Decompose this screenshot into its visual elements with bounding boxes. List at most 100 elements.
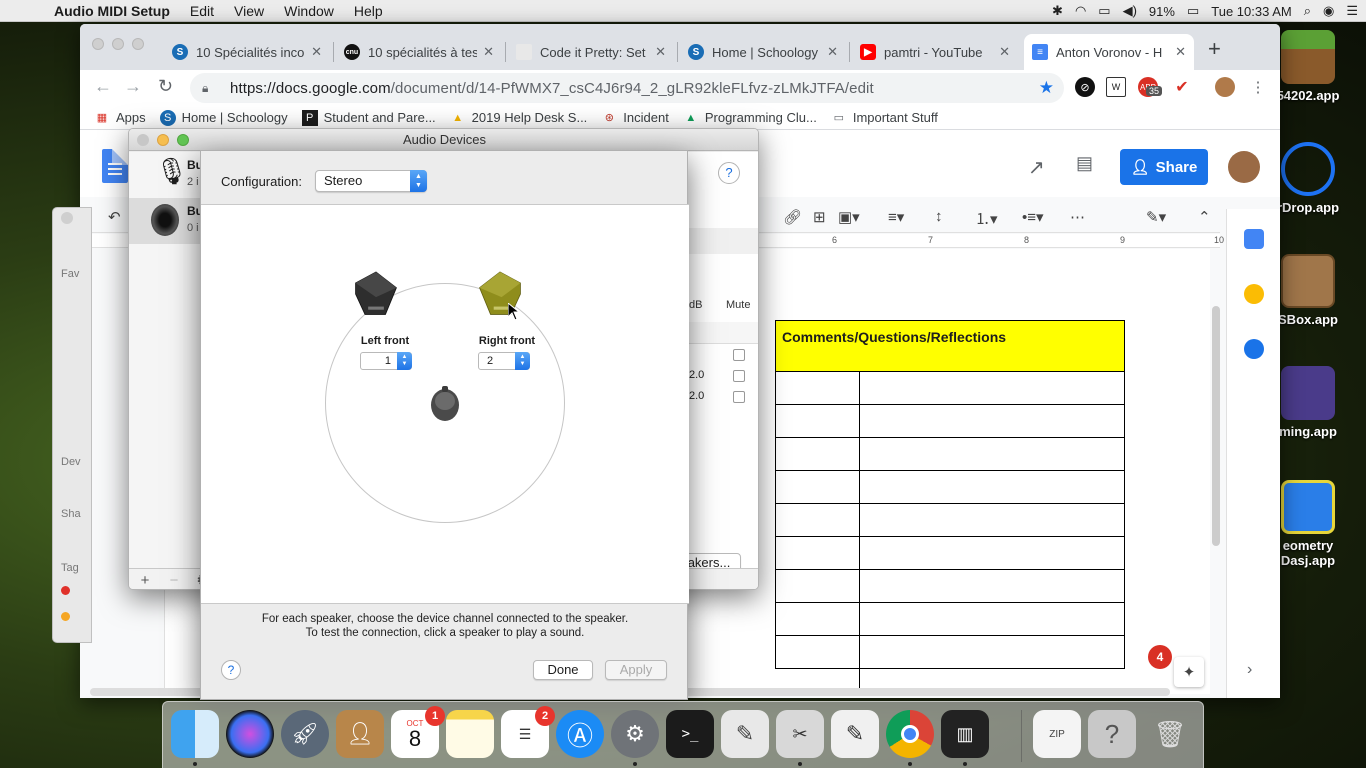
finder-close-button[interactable] <box>61 212 73 224</box>
tab-close-icon[interactable]: ✕ <box>827 44 838 60</box>
battery-percent[interactable]: 91% <box>1149 4 1175 19</box>
insert-image-icon[interactable]: ▣▾ <box>838 208 860 226</box>
device-row-microphone[interactable]: 🎙︎ Bu 2 i <box>129 152 203 198</box>
menu-view[interactable]: View <box>224 3 274 19</box>
profile-avatar[interactable] <box>1215 77 1235 97</box>
tab-close-icon[interactable]: ✕ <box>311 44 322 60</box>
numbered-list-icon[interactable]: ⒈▾ <box>975 208 998 229</box>
tab-close-icon[interactable]: ✕ <box>1175 44 1186 60</box>
more-options-icon[interactable]: ⋯ <box>1070 208 1085 226</box>
table-cell[interactable] <box>775 569 1125 603</box>
window-zoom-button[interactable] <box>177 134 189 146</box>
reminders-icon[interactable]: ☰ 2 <box>501 706 555 758</box>
tab-4[interactable]: S Home | Schoology ✕ <box>680 34 846 70</box>
comments-icon[interactable]: ▤ <box>1076 153 1093 174</box>
tag-orange-icon[interactable] <box>61 612 70 621</box>
extension-icon[interactable]: W <box>1106 77 1126 97</box>
apply-button[interactable]: Apply <box>605 660 667 680</box>
activity-trend-icon[interactable]: ↗ <box>1028 155 1045 180</box>
account-avatar[interactable] <box>1228 151 1260 183</box>
keep-icon[interactable] <box>1244 284 1264 304</box>
mute-checkbox[interactable] <box>733 370 745 382</box>
battery-icon[interactable]: ▭ <box>1187 3 1199 19</box>
expand-panel-icon[interactable]: › <box>1247 661 1252 679</box>
window-zoom-button[interactable] <box>132 38 144 50</box>
finder-icon[interactable] <box>171 710 219 758</box>
bookmark-programming-club[interactable]: ▲ Programming Clu... <box>683 110 816 126</box>
desktop-icon-airdrop[interactable]: rDrop.app <box>1268 142 1348 215</box>
calendar-icon[interactable] <box>1244 229 1264 249</box>
desktop-icon-minecraft[interactable]: 54202.app <box>1268 30 1348 103</box>
table-cell[interactable] <box>775 470 1125 504</box>
launchpad-icon[interactable]: 🚀︎ <box>281 710 329 758</box>
bookmark-star-icon[interactable]: ★ <box>1039 78 1054 98</box>
notification-center-icon[interactable]: ☰ <box>1346 3 1358 19</box>
menu-help[interactable]: Help <box>344 3 393 19</box>
extension-icon[interactable]: ⊘ <box>1075 77 1095 97</box>
notes-icon[interactable] <box>446 710 494 758</box>
tasks-icon[interactable] <box>1244 339 1264 359</box>
bookmark-incident[interactable]: ⊛ Incident <box>601 110 669 126</box>
desktop-icon-geometry-dash[interactable]: eometry Dasj.app <box>1268 480 1348 568</box>
menu-window[interactable]: Window <box>274 3 344 19</box>
table-cell[interactable] <box>775 437 1125 471</box>
textedit-icon[interactable]: ✎ <box>831 710 879 758</box>
link-icon[interactable]: 🔗︎ <box>783 208 802 226</box>
calendar-icon[interactable]: OCT 8 1 <box>391 706 445 758</box>
contacts-icon[interactable]: 👤︎ <box>336 710 384 758</box>
bookmark-important-stuff[interactable]: ▭ Important Stuff <box>831 110 938 126</box>
tab-1[interactable]: S 10 Spécialités inco ✕ <box>164 34 330 70</box>
table-cell[interactable] <box>775 404 1125 438</box>
chrome-icon[interactable] <box>886 710 934 758</box>
unknown-app-icon[interactable]: ? <box>1088 710 1136 758</box>
address-bar[interactable]: 🔒︎ https://docs.google.com/document/d/14… <box>190 73 1064 103</box>
airplay-icon[interactable]: ▭ <box>1098 3 1110 19</box>
table-header-cell[interactable]: Comments/Questions/Reflections <box>775 320 1125 372</box>
tab-close-icon[interactable]: ✕ <box>999 44 1010 60</box>
wifi-icon[interactable]: ◠ <box>1075 3 1086 19</box>
tab-5[interactable]: ▶ pamtri - YouTube ✕ <box>852 34 1018 70</box>
tab-2[interactable]: cnu 10 spécialités à tes ✕ <box>336 34 502 70</box>
device-row-speaker[interactable]: Bu 0 i <box>129 198 203 244</box>
bluetooth-icon[interactable]: ✱ <box>1052 3 1063 19</box>
bookmark-student-parent[interactable]: P Student and Pare... <box>301 109 436 126</box>
siri-icon[interactable]: ◉ <box>1323 3 1334 19</box>
window-close-button[interactable] <box>137 134 149 146</box>
share-button[interactable]: 👤︎ Share <box>1120 149 1208 185</box>
menu-edit[interactable]: Edit <box>180 3 224 19</box>
configuration-select[interactable]: Stereo ▲ ▼ <box>315 170 427 192</box>
utility-icon[interactable]: ✂ <box>776 710 824 758</box>
vertical-scrollbar[interactable] <box>1212 306 1220 546</box>
tab-close-icon[interactable]: ✕ <box>655 44 666 60</box>
table-cell[interactable] <box>775 371 1125 405</box>
table-cell[interactable] <box>775 635 1125 669</box>
window-close-button[interactable] <box>92 38 104 50</box>
window-minimize-button[interactable] <box>157 134 169 146</box>
trash-icon[interactable]: 🗑︎ <box>1146 710 1194 758</box>
menu-app-name[interactable]: Audio MIDI Setup <box>44 3 180 19</box>
right-front-channel-select[interactable]: 2 ▲ ▼ <box>478 352 530 370</box>
window-minimize-button[interactable] <box>112 38 124 50</box>
bookmark-help-desk[interactable]: ▲ 2019 Help Desk S... <box>450 110 587 126</box>
spotlight-icon[interactable]: ⌕ <box>1304 3 1311 19</box>
siri-icon[interactable] <box>226 710 274 758</box>
bookmark-apps[interactable]: ▦ Apps <box>94 110 146 126</box>
bulleted-list-icon[interactable]: •≡▾ <box>1022 208 1044 226</box>
checkmark-extension-icon[interactable]: ✔ <box>1172 77 1192 97</box>
undo-icon[interactable]: ↶ <box>108 208 121 226</box>
done-button[interactable]: Done <box>533 660 593 680</box>
volume-icon[interactable]: ◀) <box>1123 3 1137 19</box>
remove-device-button[interactable]: − <box>160 572 188 589</box>
zip-archive-icon[interactable]: ZIP <box>1033 710 1081 758</box>
collapse-toolbar-icon[interactable]: ⌃ <box>1198 208 1211 226</box>
table-cell[interactable] <box>775 536 1125 570</box>
app-store-icon[interactable]: Ⓐ <box>556 710 604 758</box>
left-front-speaker-icon[interactable] <box>354 269 398 319</box>
bookmark-schoology[interactable]: S Home | Schoology <box>159 109 288 126</box>
audio-midi-setup-icon[interactable]: ▥ <box>941 710 989 758</box>
system-preferences-icon[interactable]: ⚙ <box>611 710 659 758</box>
terminal-icon[interactable]: >_ <box>666 710 714 758</box>
left-front-channel-select[interactable]: 1 ▲ ▼ <box>360 352 412 370</box>
align-icon[interactable]: ≡▾ <box>888 208 904 226</box>
help-button[interactable]: ? <box>718 162 740 184</box>
